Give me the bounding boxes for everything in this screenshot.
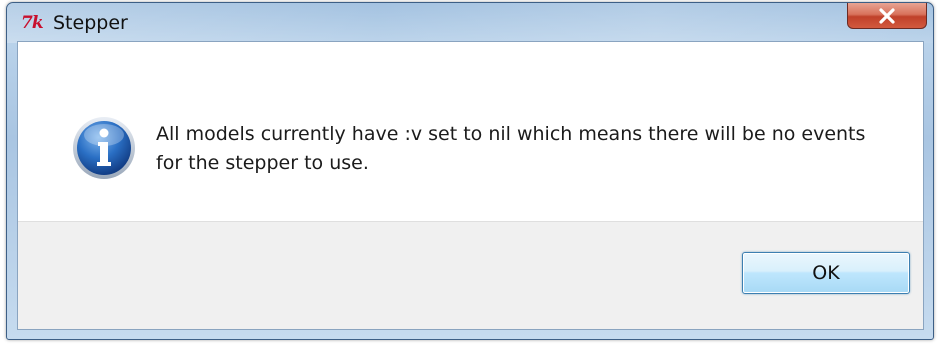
close-icon: [879, 7, 895, 24]
window-title: Stepper: [53, 12, 128, 34]
button-bar: OK: [18, 221, 923, 329]
dialog-body: All models currently have :v set to nil …: [17, 41, 924, 330]
ok-button[interactable]: OK: [742, 252, 910, 294]
message-area: All models currently have :v set to nil …: [18, 42, 923, 234]
info-icon: [73, 117, 135, 179]
tk-feather-icon: 7k: [21, 13, 44, 33]
close-button[interactable]: [847, 3, 927, 29]
dialog-window: 7k Stepper All models currently have:v …: [6, 2, 934, 340]
title-bar[interactable]: 7k Stepper: [7, 3, 933, 41]
dialog-message: All models currently have :v set to nil …: [156, 123, 866, 174]
